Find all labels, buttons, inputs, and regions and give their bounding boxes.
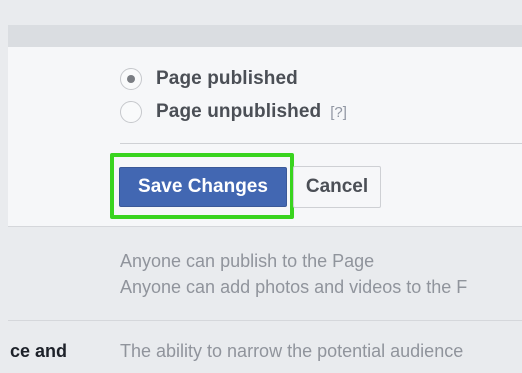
option-label: Page unpublished <box>156 101 322 122</box>
save-changes-button[interactable]: Save Changes <box>119 167 287 207</box>
option-page-published[interactable]: Page published <box>120 66 298 92</box>
divider <box>8 320 522 321</box>
media-description: Anyone can add photos and videos to the … <box>120 277 468 297</box>
top-strip <box>0 0 522 25</box>
audience-description: The ability to narrow the potential audi… <box>120 341 464 361</box>
radio-unselected-icon[interactable] <box>120 101 142 123</box>
option-page-unpublished[interactable]: Page unpublished [?] <box>120 99 347 125</box>
settings-page: Page published Page unpublished [?] Save… <box>0 0 522 373</box>
help-link[interactable]: [?] <box>330 104 347 121</box>
divider <box>8 226 522 227</box>
radio-selected-icon[interactable] <box>120 68 142 90</box>
audience-setting-label: ce and <box>10 341 68 361</box>
section-header-band <box>8 25 522 47</box>
cancel-button[interactable]: Cancel <box>293 166 381 208</box>
divider <box>120 143 522 144</box>
option-label: Page published <box>156 68 298 89</box>
publish-description: Anyone can publish to the Page <box>120 251 375 271</box>
